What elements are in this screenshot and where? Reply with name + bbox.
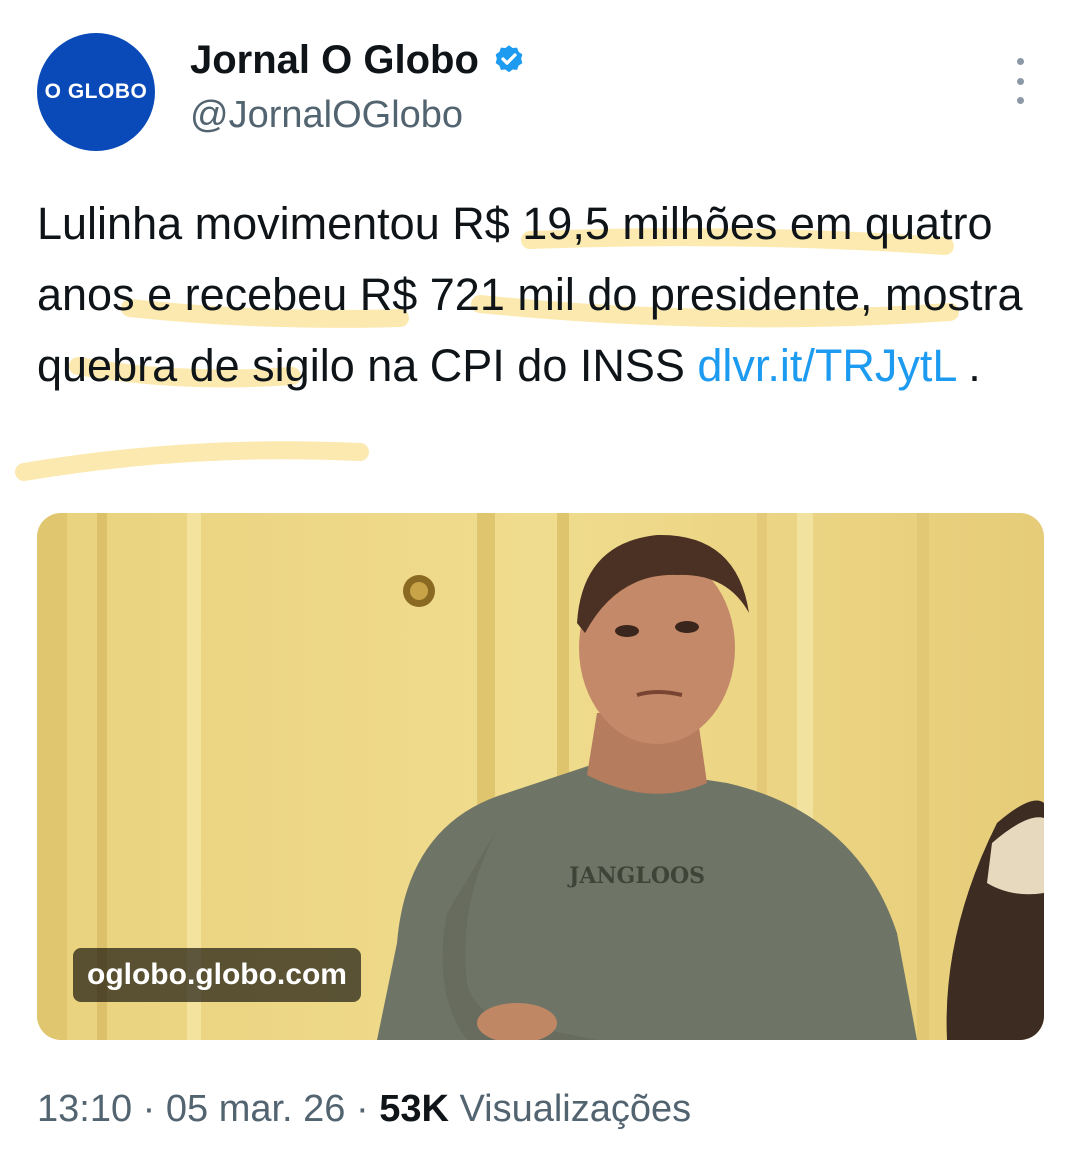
- meta-separator: ·: [132, 1088, 166, 1130]
- tweet-media-card[interactable]: JANGLOOS oglobo.globo.com: [37, 513, 1044, 1040]
- views-label: Visualizações: [448, 1088, 692, 1130]
- author-name-row: Jornal O Globo: [190, 38, 527, 83]
- author-handle[interactable]: @JornalOGlobo: [190, 94, 463, 137]
- tweet-text: Lulinha movimentou R$ 19,5 milhões em qu…: [37, 188, 1037, 401]
- more-options-button[interactable]: [1003, 58, 1037, 104]
- tweet-link[interactable]: dlvr.it/TRJytL: [697, 340, 955, 391]
- avatar[interactable]: O GLOBO: [37, 33, 155, 151]
- more-options-icon-dot: [1016, 77, 1024, 85]
- shirt-print: JANGLOOS: [567, 863, 705, 889]
- verified-badge-icon: [495, 44, 523, 72]
- highlight-stroke: [15, 441, 369, 481]
- tweet-time[interactable]: 13:10: [37, 1088, 132, 1130]
- meta-separator: ·: [345, 1088, 380, 1130]
- link-source-badge[interactable]: oglobo.globo.com: [73, 948, 361, 1002]
- tweet-text-tail: .: [955, 340, 981, 391]
- author-display-name[interactable]: Jornal O Globo: [190, 38, 479, 83]
- tweet-meta: 13:10 · 05 mar. 26 · 53K Visualizações: [37, 1088, 691, 1131]
- avatar-logo-text: O GLOBO: [44, 80, 148, 103]
- tweet-date[interactable]: 05 mar. 26: [166, 1088, 346, 1130]
- views-count: 53K: [379, 1088, 449, 1130]
- more-options-icon: [1016, 58, 1024, 65]
- more-options-icon-dot: [1016, 97, 1024, 104]
